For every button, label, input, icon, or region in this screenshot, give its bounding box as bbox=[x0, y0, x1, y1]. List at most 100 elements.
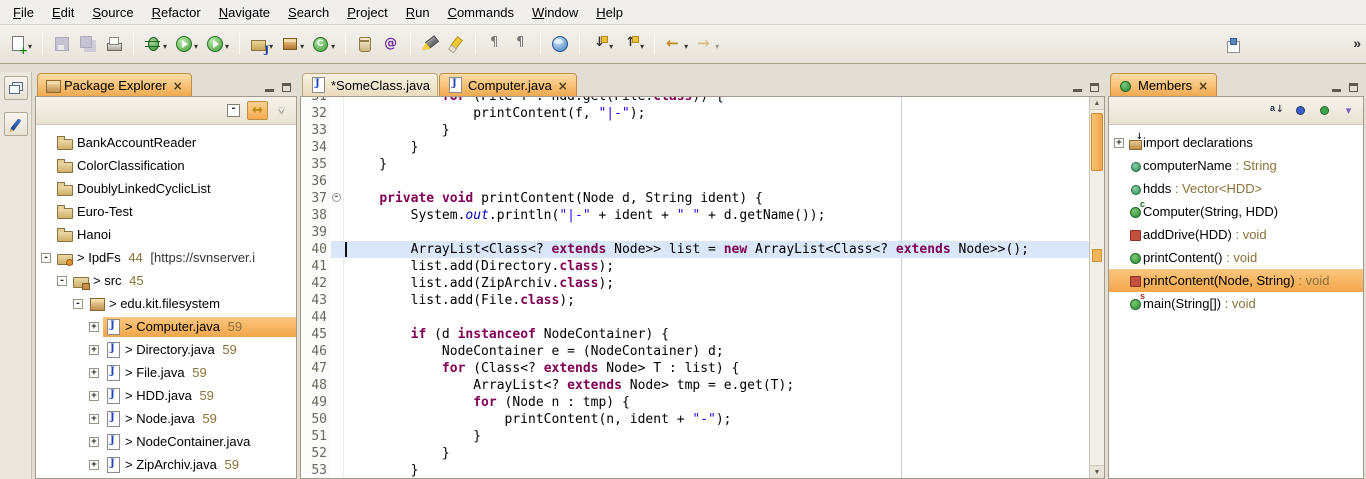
minimize-view-icon[interactable] bbox=[1332, 83, 1341, 92]
code-line-40[interactable]: 40 ArrayList<Class<? extends Node>> list… bbox=[301, 241, 1104, 258]
code-line-46[interactable]: 46 NodeContainer e = (NodeContainer) d; bbox=[301, 343, 1104, 360]
member-main-string[interactable]: main(String[]) : void bbox=[1109, 292, 1363, 315]
line-number[interactable]: 41 bbox=[301, 258, 331, 275]
back-button[interactable] bbox=[662, 31, 691, 57]
scroll-up-icon[interactable] bbox=[1090, 97, 1104, 110]
expand-toggle-icon[interactable] bbox=[89, 391, 99, 401]
code-text[interactable]: list.add(Directory.class); bbox=[344, 258, 1104, 275]
line-number[interactable]: 44 bbox=[301, 309, 331, 326]
code-text[interactable]: ArrayList<? extends Node> tmp = e.get(T)… bbox=[344, 377, 1104, 394]
new-java-project-button[interactable] bbox=[247, 31, 276, 57]
package-explorer-tab[interactable]: Package Explorer bbox=[37, 73, 192, 96]
line-number[interactable]: 36 bbox=[301, 173, 331, 190]
code-text[interactable]: NodeContainer e = (NodeContainer) d; bbox=[344, 343, 1104, 360]
tree-item-edu-kit-filesystem[interactable]: > edu.kit.filesystem bbox=[36, 292, 296, 315]
code-line-48[interactable]: 48 ArrayList<? extends Node> tmp = e.get… bbox=[301, 377, 1104, 394]
menu-window[interactable]: Window bbox=[523, 2, 587, 23]
create-jar-button[interactable] bbox=[353, 31, 377, 57]
expand-toggle-icon[interactable] bbox=[1114, 138, 1124, 148]
restore-views-button[interactable] bbox=[4, 76, 28, 100]
editor-marks-button[interactable] bbox=[509, 31, 533, 57]
line-number[interactable]: 53 bbox=[301, 462, 331, 479]
print-button[interactable] bbox=[102, 31, 126, 57]
menu-project[interactable]: Project bbox=[338, 2, 396, 23]
code-line-32[interactable]: 32 printContent(f, "|-"); bbox=[301, 105, 1104, 122]
code-text[interactable]: ArrayList<Class<? extends Node>> list = … bbox=[344, 241, 1104, 258]
member-hdds[interactable]: hdds : Vector<HDD> bbox=[1109, 177, 1363, 200]
menu-refactor[interactable]: Refactor bbox=[143, 2, 210, 23]
scrollbar-thumb[interactable] bbox=[1091, 113, 1103, 171]
code-text[interactable]: } bbox=[344, 428, 1104, 445]
menu-navigate[interactable]: Navigate bbox=[210, 2, 279, 23]
member-import-declarations[interactable]: import declarations bbox=[1109, 131, 1363, 154]
line-number[interactable]: 33 bbox=[301, 122, 331, 139]
save-button[interactable] bbox=[50, 31, 74, 57]
scroll-down-icon[interactable] bbox=[1090, 465, 1104, 478]
link-with-editor-button[interactable] bbox=[247, 101, 268, 120]
line-number[interactable]: 38 bbox=[301, 207, 331, 224]
code-text[interactable]: list.add(ZipArchiv.class); bbox=[344, 275, 1104, 292]
show-whitespace-button[interactable] bbox=[483, 31, 507, 57]
code-line-35[interactable]: 35 } bbox=[301, 156, 1104, 173]
code-line-31[interactable]: 31 for (File f : hdd.get(File.class)) { bbox=[301, 96, 1104, 105]
save-all-button[interactable] bbox=[76, 31, 100, 57]
code-text[interactable]: private void printContent(Node d, String… bbox=[344, 190, 1104, 207]
code-line-53[interactable]: 53 } bbox=[301, 462, 1104, 479]
collapse-toggle-icon[interactable] bbox=[41, 253, 51, 263]
forward-button[interactable] bbox=[693, 31, 722, 57]
code-text[interactable]: System.out.println("|-" + ident + " " + … bbox=[344, 207, 1104, 224]
collapse-toggle-icon[interactable] bbox=[57, 276, 67, 286]
tree-item-computer-java[interactable]: > Computer.java 59 bbox=[36, 315, 296, 338]
menu-source[interactable]: Source bbox=[83, 2, 142, 23]
code-lines[interactable]: 31 for (File f : hdd.get(File.class)) {3… bbox=[301, 96, 1104, 479]
web-browser-button[interactable] bbox=[548, 31, 572, 57]
menu-run[interactable]: Run bbox=[397, 2, 439, 23]
line-number[interactable]: 34 bbox=[301, 139, 331, 156]
fold-collapse-icon[interactable] bbox=[332, 193, 341, 202]
code-line-45[interactable]: 45 if (d instanceof NodeContainer) { bbox=[301, 326, 1104, 343]
expand-toggle-icon[interactable] bbox=[89, 460, 99, 470]
code-line-38[interactable]: 38 System.out.println("|-" + ident + " "… bbox=[301, 207, 1104, 224]
menu-search[interactable]: Search bbox=[279, 2, 338, 23]
maximize-view-icon[interactable] bbox=[1349, 83, 1358, 92]
line-number[interactable]: 31 bbox=[301, 96, 331, 105]
javadoc-button[interactable] bbox=[379, 31, 403, 57]
code-text[interactable]: printContent(n, ident + "-"); bbox=[344, 411, 1104, 428]
menu-file[interactable]: File bbox=[4, 2, 43, 23]
tree-item-doublylinkedcycliclist[interactable]: DoublyLinkedCyclicList bbox=[36, 177, 296, 200]
hide-static-button[interactable] bbox=[1314, 101, 1335, 120]
maximize-editor-icon[interactable] bbox=[1090, 83, 1099, 92]
tree-item-src[interactable]: > src 45 bbox=[36, 269, 296, 292]
hide-nonpublic-button[interactable] bbox=[1338, 101, 1359, 120]
menu-help[interactable]: Help bbox=[587, 2, 632, 23]
new-class-button[interactable] bbox=[309, 31, 338, 57]
code-line-33[interactable]: 33 } bbox=[301, 122, 1104, 139]
member-adddrive-hdd[interactable]: addDrive(HDD) : void bbox=[1109, 223, 1363, 246]
code-text[interactable] bbox=[344, 173, 1104, 190]
expand-toggle-icon[interactable] bbox=[89, 437, 99, 447]
mark-occurrences-button[interactable] bbox=[444, 31, 468, 57]
line-number[interactable]: 37 bbox=[301, 190, 331, 207]
tree-item-ziparchiv-java[interactable]: > ZipArchiv.java 59 bbox=[36, 453, 296, 476]
members-tab[interactable]: Members bbox=[1110, 73, 1217, 96]
line-number[interactable]: 47 bbox=[301, 360, 331, 377]
collapse-toggle-icon[interactable] bbox=[73, 299, 83, 309]
line-number[interactable]: 49 bbox=[301, 394, 331, 411]
code-line-36[interactable]: 36 bbox=[301, 173, 1104, 190]
new-package-button[interactable] bbox=[278, 31, 307, 57]
search-button[interactable] bbox=[418, 31, 442, 57]
line-number[interactable]: 46 bbox=[301, 343, 331, 360]
code-text[interactable]: } bbox=[344, 122, 1104, 139]
member-printcontent-node-string[interactable]: printContent(Node, String) : void bbox=[1109, 269, 1363, 292]
sort-button[interactable] bbox=[1266, 101, 1287, 120]
tree-item-directory-java[interactable]: > Directory.java 59 bbox=[36, 338, 296, 361]
close-icon[interactable] bbox=[172, 78, 184, 93]
tree-item-file-java[interactable]: > File.java 59 bbox=[36, 361, 296, 384]
tree-item-node-java[interactable]: > Node.java 59 bbox=[36, 407, 296, 430]
code-line-42[interactable]: 42 list.add(ZipArchiv.class); bbox=[301, 275, 1104, 292]
collapse-all-button[interactable] bbox=[223, 101, 244, 120]
view-menu-button[interactable] bbox=[271, 101, 292, 120]
code-text[interactable]: printContent(f, "|-"); bbox=[344, 105, 1104, 122]
tree-item-ipdfs[interactable]: > IpdFs 44 [https://svnserver.i bbox=[36, 246, 296, 269]
hide-fields-button[interactable] bbox=[1290, 101, 1311, 120]
